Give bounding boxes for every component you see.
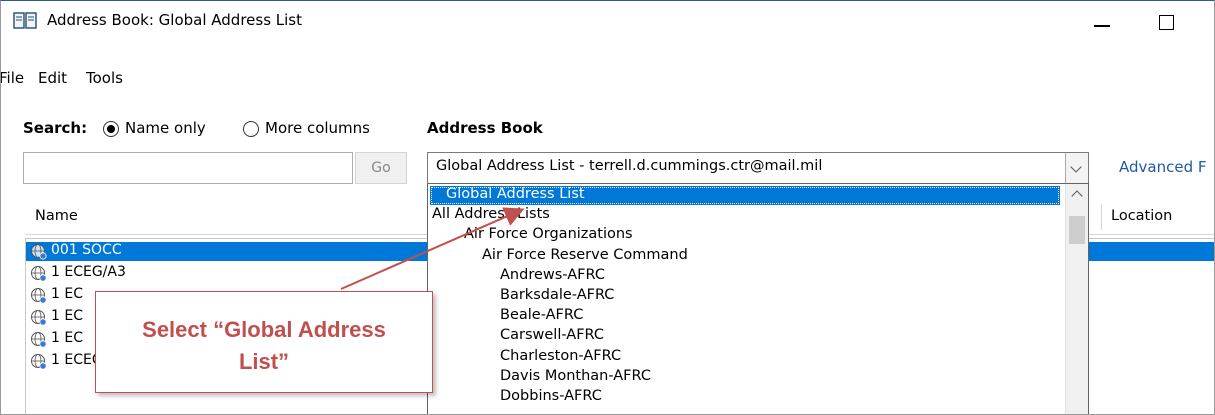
search-label: Search: <box>23 119 88 137</box>
callout-line-1: Select “Global Address <box>142 317 386 342</box>
advanced-find-link[interactable]: Advanced F <box>1119 158 1207 176</box>
callout-line-2: List” <box>238 349 290 374</box>
chevron-down-icon <box>1070 161 1082 173</box>
dropdown-item[interactable]: All Address Lists <box>432 206 1048 225</box>
more-columns-label[interactable]: More columns <box>265 119 370 137</box>
globe-contact-icon <box>30 331 48 349</box>
globe-contact-icon <box>30 353 48 371</box>
address-book-label: Address Book <box>427 119 543 137</box>
globe-contact-icon <box>30 287 48 305</box>
dropdown-item[interactable]: Air Force Reserve Command <box>482 247 1048 266</box>
address-book-selected-value: Global Address List - terrell.d.cummings… <box>436 158 823 174</box>
more-columns-radio[interactable] <box>243 121 259 137</box>
dropdown-item[interactable]: Barksdale-AFRC <box>500 287 1048 306</box>
address-book-dropdown: Global Address List All Address Lists Air … <box>427 183 1089 414</box>
dropdown-toggle-button[interactable] <box>1065 153 1088 183</box>
title-bar: Address Book: Global Address List <box>1 1 1214 41</box>
search-input[interactable] <box>23 152 353 184</box>
instruction-callout: Select “Global Address List” <box>95 291 433 393</box>
address-book-window: Address Book: Global Address List File E… <box>0 0 1215 415</box>
dropdown-item[interactable]: Andrews-AFRC <box>500 267 1048 286</box>
dropdown-item[interactable]: Beale-AFRC <box>500 307 1048 326</box>
address-book-icon <box>13 12 37 30</box>
dropdown-item[interactable]: Dobbins-AFRC <box>500 388 1048 407</box>
minimize-button[interactable] <box>1087 7 1123 37</box>
menu-file[interactable]: File <box>1 69 24 87</box>
dropdown-item[interactable]: Global Address List <box>430 186 1060 205</box>
row-name: 1 EC <box>51 308 83 324</box>
dropdown-scrollbar[interactable] <box>1065 184 1088 414</box>
callout-text: Select “Global Address List” <box>96 314 432 378</box>
dropdown-item[interactable]: Carswell-AFRC <box>500 327 1048 346</box>
globe-contact-icon <box>30 243 48 261</box>
row-name: 001 SOCC <box>51 242 122 258</box>
name-only-radio[interactable] <box>103 121 119 137</box>
dropdown-item[interactable]: Air Force Organizations <box>464 226 1048 245</box>
window-title: Address Book: Global Address List <box>47 11 302 29</box>
column-header-name[interactable]: Name <box>35 208 78 224</box>
menu-edit[interactable]: Edit <box>38 69 67 87</box>
row-name: 1 ECEG/A3 <box>51 264 126 280</box>
maximize-button[interactable] <box>1153 7 1189 37</box>
name-only-label[interactable]: Name only <box>125 119 206 137</box>
dropdown-item[interactable]: Charleston-AFRC <box>500 348 1048 367</box>
globe-contact-icon <box>30 309 48 327</box>
menu-tools[interactable]: Tools <box>86 69 123 87</box>
scrollbar-thumb[interactable] <box>1069 216 1085 244</box>
dropdown-item[interactable]: Davis Monthan-AFRC <box>500 368 1048 387</box>
column-divider <box>1101 204 1102 230</box>
go-button[interactable]: Go <box>355 152 407 184</box>
globe-contact-icon <box>30 265 48 283</box>
scroll-up-icon[interactable] <box>1071 190 1083 202</box>
address-book-select[interactable]: Global Address List - terrell.d.cummings… <box>427 152 1089 184</box>
row-name: 1 EC <box>51 330 83 346</box>
row-name: 1 EC <box>51 286 83 302</box>
column-header-location[interactable]: Location <box>1111 208 1172 224</box>
